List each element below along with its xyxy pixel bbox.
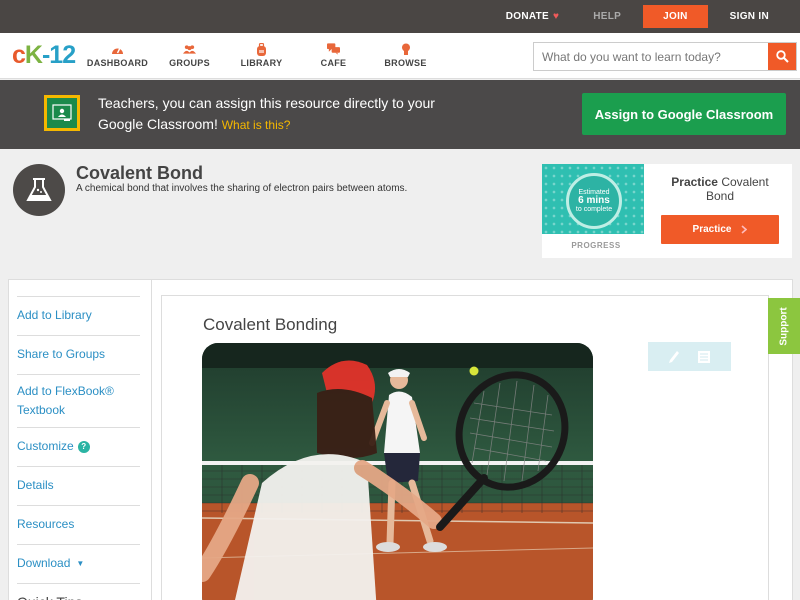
nav-dashboard[interactable]: DASHBOARD — [82, 43, 153, 68]
practice-title: Practice Covalent Bond — [660, 175, 780, 203]
help-question-icon[interactable]: ? — [77, 440, 90, 453]
logo-part-12: -12 — [41, 41, 76, 69]
lightbulb-icon — [399, 43, 412, 55]
nav-browse[interactable]: BROWSE — [370, 43, 441, 68]
help-link[interactable]: HELP — [576, 11, 638, 22]
pencil-icon[interactable] — [668, 350, 680, 364]
donate-label: DONATE — [505, 11, 549, 22]
estimate-line-3: to complete — [575, 206, 613, 213]
annotation-toolbar — [648, 342, 731, 371]
content-title: Covalent Bonding — [203, 315, 338, 334]
google-classroom-banner: Teachers, you can assign this resource d… — [0, 80, 800, 149]
sidebar-item-quick-tips[interactable]: Quick Tips — [17, 583, 140, 600]
practice-card: Estimated 6 mins to complete PROGRESS Pr… — [542, 164, 792, 258]
search-box — [533, 42, 797, 71]
ck12-logo[interactable]: cK-12 — [0, 43, 82, 68]
search-input[interactable] — [534, 43, 768, 70]
nav-library[interactable]: LIBRARY — [226, 42, 297, 68]
people-icon — [183, 43, 196, 55]
customize-label: Customize — [17, 439, 74, 453]
practice-progress-image: Estimated 6 mins to complete — [542, 164, 644, 234]
concept-description: A chemical bond that involves the sharin… — [76, 183, 408, 194]
sidebar-divider — [151, 280, 152, 600]
sign-in-link[interactable]: SIGN IN — [713, 11, 786, 22]
chevron-right-icon — [741, 225, 748, 234]
what-is-this-link[interactable]: What is this? — [222, 118, 291, 132]
logo-part-k: K — [24, 41, 43, 69]
sidebar-item-download[interactable]: Download ▼ — [17, 544, 140, 583]
sidebar-item-customize[interactable]: Customize ? — [17, 427, 140, 466]
support-tab[interactable]: Support — [768, 298, 800, 354]
gauge-icon — [111, 43, 124, 55]
content-area: Covalent Bonding — [161, 295, 769, 600]
assign-google-classroom-button[interactable]: Assign to Google Classroom — [582, 93, 786, 135]
nav-dashboard-label: DASHBOARD — [86, 58, 149, 68]
donate-link[interactable]: DONATE ♥ — [489, 11, 577, 22]
nav-cafe-label: CAFE — [320, 58, 347, 68]
caret-down-icon: ▼ — [76, 559, 85, 568]
join-button[interactable]: JOIN — [643, 5, 708, 28]
search-icon — [775, 50, 789, 63]
main-panel: Add to Library Share to Groups Add to Fl… — [8, 279, 793, 600]
support-label: Support — [778, 306, 790, 346]
sidebar-item-add-to-library[interactable]: Add to Library — [17, 296, 140, 335]
estimate-badge: Estimated 6 mins to complete — [566, 173, 622, 229]
nav-groups[interactable]: GROUPS — [154, 43, 225, 68]
estimate-line-2: 6 mins — [578, 195, 610, 206]
sidebar-item-add-to-flexbook[interactable]: Add to FlexBook® Textbook — [17, 374, 140, 427]
google-banner-text: Teachers, you can assign this resource d… — [98, 93, 448, 136]
sidebar-item-share-to-groups[interactable]: Share to Groups — [17, 335, 140, 374]
google-classroom-icon — [44, 95, 80, 131]
sidebar-item-resources[interactable]: Resources — [17, 505, 140, 544]
sidebar: Add to Library Share to Groups Add to Fl… — [17, 296, 140, 600]
nav-library-label: LIBRARY — [240, 58, 283, 68]
notes-icon[interactable] — [697, 350, 711, 364]
backpack-icon — [255, 42, 268, 56]
heart-icon: ♥ — [553, 11, 560, 22]
concept-title: Covalent Bond — [76, 163, 204, 183]
sidebar-item-details[interactable]: Details — [17, 466, 140, 505]
download-label: Download — [17, 556, 71, 570]
practice-button[interactable]: Practice — [661, 215, 779, 244]
practice-button-label: Practice — [692, 224, 732, 235]
nav-groups-label: GROUPS — [169, 58, 210, 68]
logo-part-c: c — [12, 41, 26, 69]
nav-browse-label: BROWSE — [384, 58, 427, 68]
search-button[interactable] — [768, 43, 796, 70]
nav-cafe[interactable]: CAFE — [298, 43, 369, 68]
practice-title-bold: Practice — [671, 175, 718, 189]
top-bar: DONATE ♥ HELP JOIN SIGN IN — [0, 0, 800, 33]
tennis-players-image — [202, 343, 593, 600]
chat-icon — [327, 43, 340, 55]
progress-label: PROGRESS — [571, 241, 621, 250]
chemistry-flask-icon — [13, 164, 65, 216]
